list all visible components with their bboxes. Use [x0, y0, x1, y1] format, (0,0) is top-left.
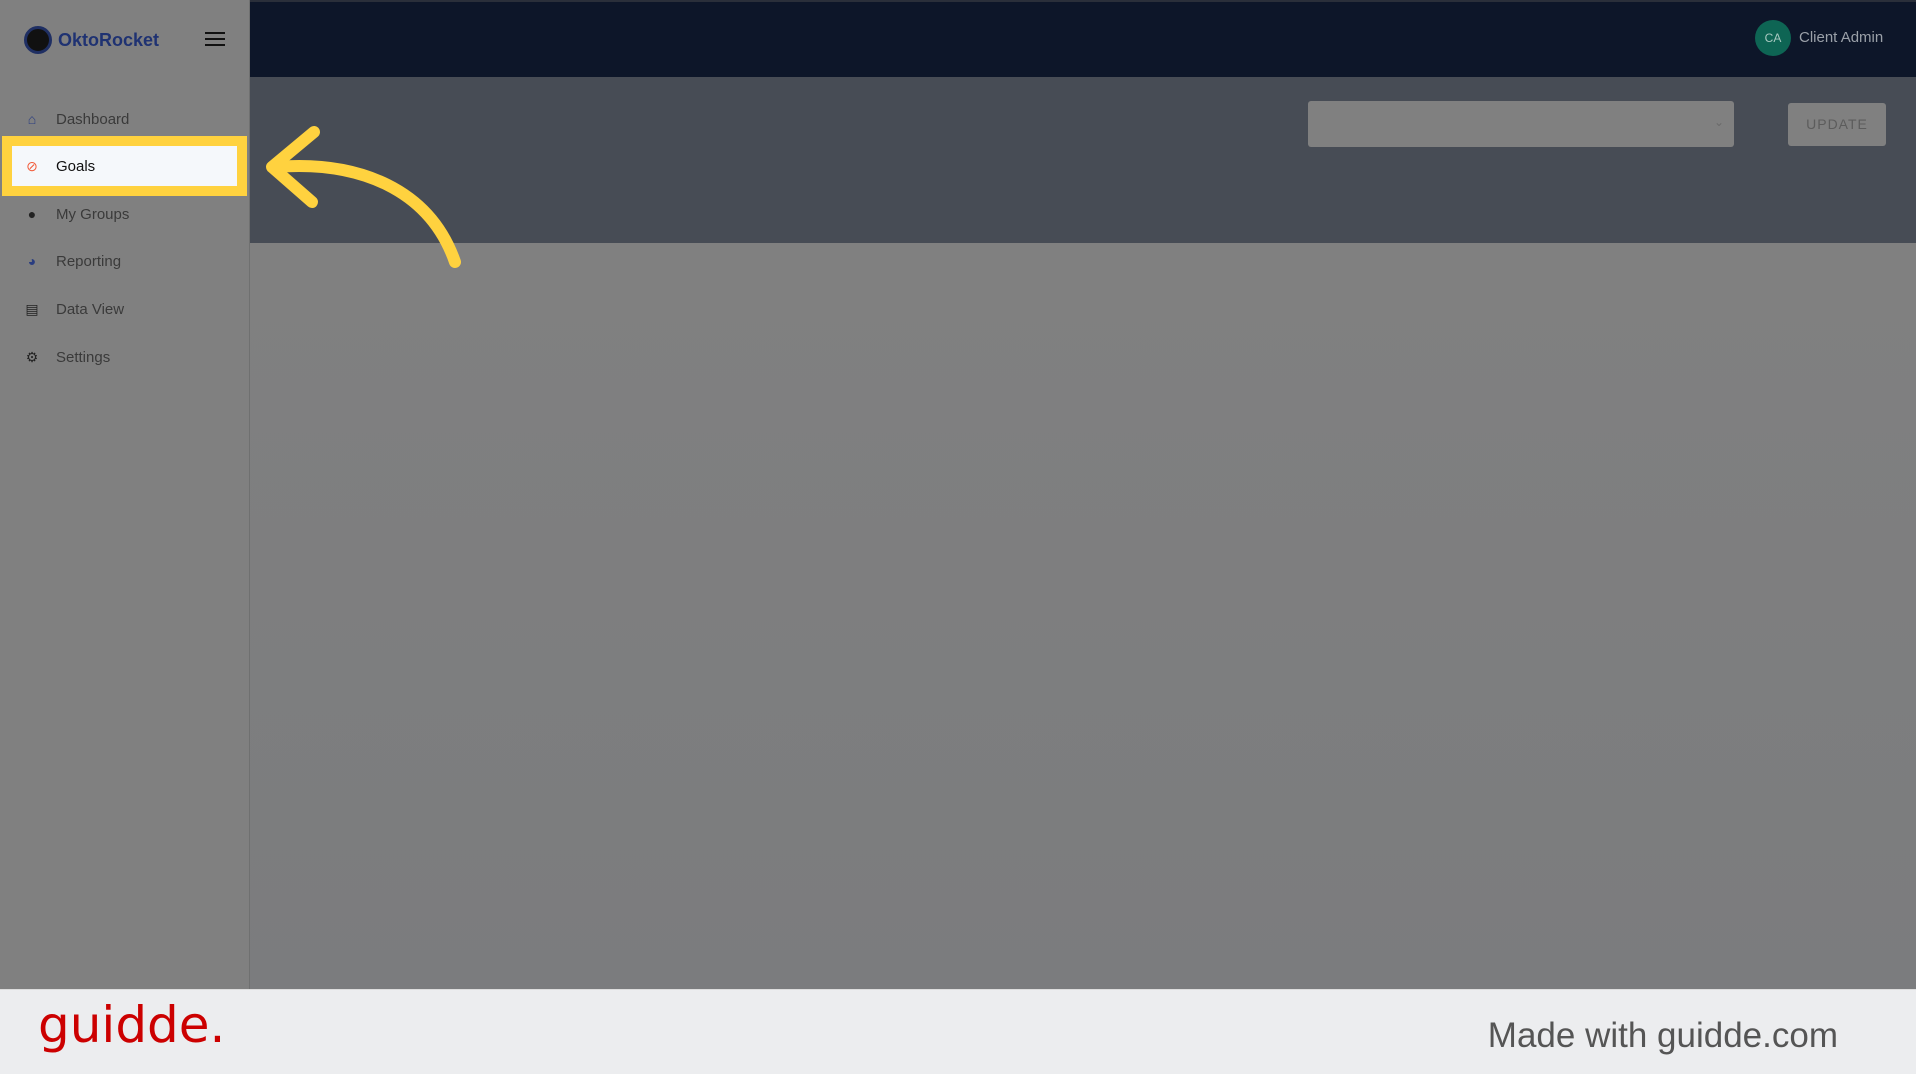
archive-icon: ▤ [25, 301, 39, 317]
sidebar-item-data-view[interactable]: ▤ Data View [0, 289, 250, 329]
guidde-logo: guidde. [38, 996, 226, 1054]
user-icon: ● [27, 206, 37, 222]
sidebar-item-settings[interactable]: ⚙ Settings [0, 337, 250, 377]
avatar[interactable]: CA [1755, 20, 1791, 56]
sidebar-item-dashboard[interactable]: ⌂ Dashboard [0, 99, 250, 139]
sidebar-item-goals[interactable]: ⊘ Goals [0, 146, 250, 186]
menu-toggle-icon[interactable] [205, 32, 225, 46]
top-bar [250, 0, 1916, 77]
sidebar-item-reporting[interactable]: ◕ Reporting [0, 241, 250, 281]
made-with-text: Made with guidde.com [1487, 1016, 1838, 1055]
update-button[interactable]: UPDATE [1788, 103, 1886, 146]
oktorocket-logo-icon [24, 26, 52, 54]
logo[interactable]: OktoRocket [24, 26, 159, 54]
pie-chart-icon: ◕ [27, 253, 37, 269]
main-content [250, 243, 1916, 989]
arrow-annotation-icon [266, 126, 461, 268]
user-name[interactable]: Client Admin [1799, 29, 1883, 46]
compass-icon: ⊘ [26, 158, 38, 174]
sidebar: OktoRocket ⌂ Dashboard ⊘ Goals ● My Groups … [0, 0, 250, 989]
sidebar-item-my-groups[interactable]: ● My Groups [0, 194, 250, 234]
chevron-down-icon: ⌄ [1713, 115, 1724, 129]
gear-icon: ⚙ [25, 349, 39, 365]
store-icon: ⌂ [27, 111, 37, 127]
filter-select[interactable]: ⌄ [1308, 101, 1734, 147]
footer: guidde. Made with guidde.com [0, 989, 1916, 1074]
